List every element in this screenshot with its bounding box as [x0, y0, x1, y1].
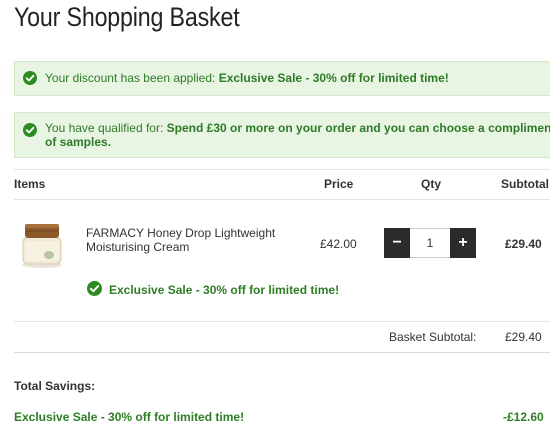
product-image[interactable]	[16, 219, 68, 271]
qualified-message: You have qualified for: Spend £30 or mor…	[45, 121, 550, 149]
item-price: £42.00	[320, 237, 357, 251]
qualified-highlight: Spend £30 or more on your order and you …	[166, 121, 550, 135]
quantity-stepper: − +	[384, 228, 476, 258]
discount-prefix: Your discount has been applied:	[45, 71, 216, 85]
product-name-link[interactable]: FARMACY Honey Drop Lightweight Moisturis…	[86, 226, 286, 254]
column-header-items: Items	[14, 177, 46, 191]
discount-message: Your discount has been applied: Exclusiv…	[45, 71, 449, 85]
basket-subtotal-value: £29.40	[505, 330, 542, 344]
discount-applied-notice: Your discount has been applied: Exclusiv…	[14, 61, 550, 96]
column-header-price: Price	[324, 177, 354, 191]
decrease-quantity-button[interactable]: −	[384, 228, 410, 258]
total-savings-heading: Total Savings:	[14, 379, 96, 393]
item-promotion: Exclusive Sale - 30% off for limited tim…	[109, 283, 340, 297]
check-circle-icon	[23, 123, 37, 137]
savings-promotion-label: Exclusive Sale - 30% off for limited tim…	[14, 410, 245, 424]
page-title: Your Shopping Basket	[14, 2, 240, 32]
check-circle-icon	[23, 71, 37, 85]
basket-subtotal-label: Basket Subtotal:	[389, 330, 477, 344]
qualified-prefix: You have qualified for:	[45, 121, 164, 135]
quantity-input[interactable]	[410, 228, 450, 258]
divider	[14, 169, 550, 170]
check-circle-icon	[87, 281, 102, 296]
savings-amount: -£12.60	[503, 410, 544, 424]
increase-quantity-button[interactable]: +	[450, 228, 476, 258]
divider	[14, 352, 550, 353]
qualified-offer-notice: You have qualified for: Spend £30 or mor…	[14, 112, 550, 158]
divider	[14, 321, 550, 322]
column-header-subtotal: Subtotal	[501, 177, 549, 191]
qualified-highlight-continued: of samples.	[45, 135, 112, 149]
column-header-qty: Qty	[421, 177, 442, 191]
divider	[14, 199, 550, 200]
discount-highlight: Exclusive Sale - 30% off for limited tim…	[218, 71, 449, 85]
item-subtotal: £29.40	[505, 237, 542, 251]
